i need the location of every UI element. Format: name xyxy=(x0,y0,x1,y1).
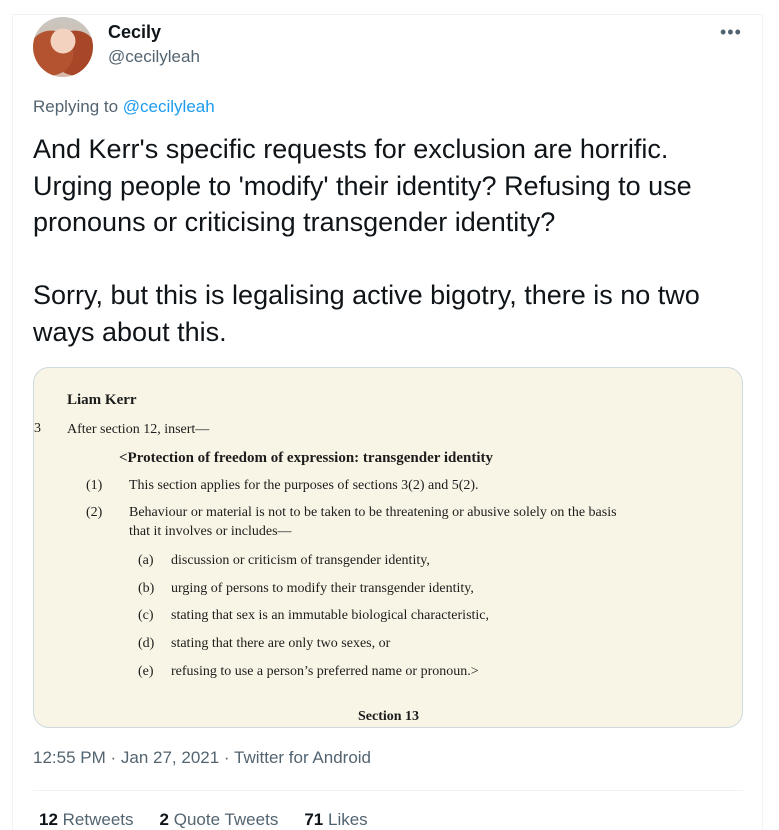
tweet-meta: 12:55 PM · Jan 27, 2021 · Twitter for An… xyxy=(33,748,371,768)
author-name[interactable]: Cecily xyxy=(108,22,161,43)
avatar[interactable] xyxy=(33,17,93,77)
item-letter: (b) xyxy=(138,581,155,596)
likes-count: 71 xyxy=(304,810,324,829)
meta-separator: · xyxy=(105,748,121,767)
tweet-border-top xyxy=(12,14,763,15)
author-handle[interactable]: @cecilyleah xyxy=(108,47,200,67)
quotes-count: 2 xyxy=(159,810,169,829)
doc-author: Liam Kerr xyxy=(67,392,137,408)
doc-next-section: Section 13 xyxy=(358,709,420,724)
item-text: urging of persons to modify their transg… xyxy=(171,581,474,596)
item-text: stating that sex is an immutable biologi… xyxy=(171,608,490,623)
doc-insert-line: After section 12, insert— xyxy=(67,422,210,437)
item-text: refusing to use a person’s preferred nam… xyxy=(171,664,479,679)
clause-number: (1) xyxy=(86,478,103,493)
tweet-date[interactable]: Jan 27, 2021 xyxy=(121,748,219,767)
replying-to: Replying to @cecilyleah xyxy=(33,97,215,117)
divider xyxy=(33,790,743,791)
retweets-label: Retweets xyxy=(62,810,134,829)
engagement-stats: 12 Retweets 2 Quote Tweets 71 Likes xyxy=(39,810,368,830)
tweet-client[interactable]: Twitter for Android xyxy=(234,748,371,767)
quote-tweets-stat[interactable]: 2 Quote Tweets xyxy=(160,810,279,830)
clause-text: This section applies for the purposes of… xyxy=(129,478,479,493)
item-letter: (d) xyxy=(138,636,155,651)
clause-text: Behaviour or material is not to be taken… xyxy=(129,505,617,520)
item-letter: (c) xyxy=(138,608,154,623)
tweet-text: And Kerr's specific requests for exclusi… xyxy=(33,134,700,347)
tweet-border-right xyxy=(762,14,763,830)
replying-prefix: Replying to xyxy=(33,97,123,116)
item-text: discussion or criticism of transgender i… xyxy=(171,553,430,568)
more-dots-icon[interactable]: ••• xyxy=(720,22,742,43)
clause-text-continued: that it involves or includes— xyxy=(129,524,292,539)
likes-label: Likes xyxy=(327,810,368,829)
item-letter: (a) xyxy=(138,553,154,568)
replying-to-link[interactable]: @cecilyleah xyxy=(123,97,215,116)
retweets-count: 12 xyxy=(39,810,58,829)
tweet-time[interactable]: 12:55 PM xyxy=(33,748,106,767)
tweet-border-left xyxy=(12,14,13,830)
meta-separator: · xyxy=(219,748,234,767)
item-letter: (e) xyxy=(138,664,154,679)
quotes-label: Quote Tweets xyxy=(173,810,279,829)
likes-stat[interactable]: 71 Likes xyxy=(304,810,367,830)
retweets-stat[interactable]: 12 Retweets xyxy=(39,810,134,830)
doc-margin-mark: 3 xyxy=(34,421,41,436)
doc-heading: <Protection of freedom of expression: tr… xyxy=(119,450,494,466)
attached-image[interactable]: Liam Kerr 3 After section 12, insert— <P… xyxy=(33,367,743,728)
clause-number: (2) xyxy=(86,505,103,520)
item-text: stating that there are only two sexes, o… xyxy=(171,636,391,651)
